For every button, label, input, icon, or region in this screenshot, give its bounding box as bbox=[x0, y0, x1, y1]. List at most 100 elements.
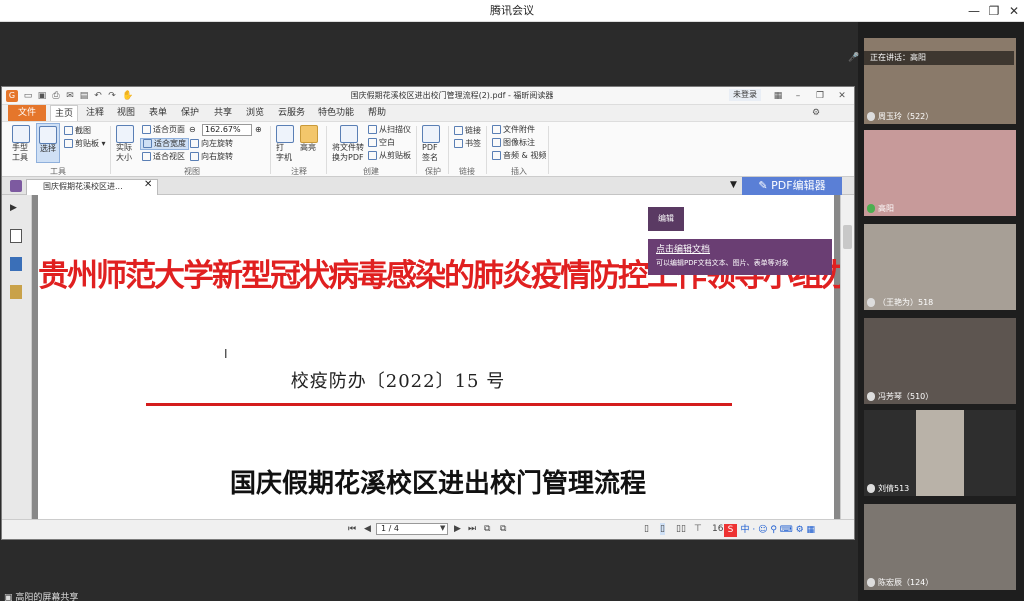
sogou-ime-icon[interactable]: S bbox=[724, 524, 737, 537]
fit-page-button[interactable]: 适合页面 bbox=[142, 125, 185, 135]
email-icon[interactable]: ✉ bbox=[64, 90, 76, 102]
participant-tile[interactable]: 高阳 bbox=[864, 130, 1016, 216]
fit-visible-button[interactable]: 适合视区 bbox=[142, 152, 185, 162]
link-button[interactable]: 链接 bbox=[454, 126, 481, 136]
clipboard-button[interactable]: 剪贴板 ▾ bbox=[64, 139, 106, 149]
facing-page-icon[interactable]: ▯▯ bbox=[676, 523, 686, 535]
reader-minimize-icon[interactable]: – bbox=[792, 90, 804, 102]
restore-icon[interactable]: ❐ bbox=[986, 3, 1002, 19]
page-dropdown-icon[interactable]: ▼ bbox=[440, 522, 445, 534]
layout-icon[interactable]: ▦ bbox=[772, 90, 784, 102]
single-page-icon[interactable]: ▯ bbox=[644, 523, 649, 535]
save-icon[interactable]: ▣ bbox=[36, 90, 48, 102]
file-attachment-button[interactable]: 文件附件 bbox=[492, 125, 535, 135]
menu-share[interactable]: 共享 bbox=[210, 105, 236, 121]
from-scanner-button[interactable]: 从扫描仪 bbox=[368, 125, 411, 135]
participant-name: 陈宏辰（124） bbox=[867, 577, 933, 588]
continuous-page-icon[interactable]: ▯ bbox=[660, 523, 665, 535]
last-page-icon[interactable]: ⏭ bbox=[468, 523, 476, 535]
menu-help[interactable]: 帮助 bbox=[364, 105, 390, 121]
document-tab-bar: 国庆假期花溪校区进... ✕ ▼ ✎ PDF编辑器 bbox=[2, 177, 854, 195]
mic-icon bbox=[867, 484, 875, 493]
actual-size-button[interactable]: 实际 大小 bbox=[116, 125, 134, 163]
open-icon[interactable]: ▭ bbox=[22, 90, 34, 102]
participant-tile[interactable]: 刘倩513 bbox=[864, 410, 1016, 496]
edit-document-popup[interactable]: 点击编辑文档 可以编辑PDF文档文本、图片、表单等对象 bbox=[648, 239, 832, 275]
scrollbar-thumb[interactable] bbox=[843, 225, 852, 249]
menu-home[interactable]: 主页 bbox=[50, 105, 79, 121]
menu-form[interactable]: 表单 bbox=[145, 105, 171, 121]
group-label-create: 创建 bbox=[363, 167, 379, 176]
hand-tool-button[interactable]: 手型 工具 bbox=[12, 125, 30, 163]
next-page-icon[interactable]: ▶ bbox=[454, 523, 461, 535]
menu-view[interactable]: 视图 bbox=[113, 105, 139, 121]
rotate-right-button[interactable]: 向右旋转 bbox=[190, 152, 233, 162]
image-annotation-button[interactable]: 图像标注 bbox=[492, 138, 535, 148]
select-button[interactable]: 选择 bbox=[36, 123, 60, 163]
link-icon bbox=[454, 126, 463, 135]
typewriter-button[interactable]: 打 字机 bbox=[276, 125, 294, 163]
first-page-icon[interactable]: ⏮ bbox=[348, 523, 356, 535]
participant-tile[interactable]: （王艳为）518 bbox=[864, 224, 1016, 310]
page-number-input[interactable]: 1 / 4 bbox=[376, 523, 448, 535]
ribbon-separator bbox=[448, 126, 449, 174]
participant-tile[interactable]: 陈宏辰（124） bbox=[864, 504, 1016, 590]
bookmark-button[interactable]: 书签 bbox=[454, 139, 481, 149]
page-thumbnail-icon[interactable] bbox=[10, 229, 22, 243]
ime-toolbar[interactable]: S 中 · ☺ ⚲ ⌨ ⚙ ▦ bbox=[712, 522, 850, 537]
convert-pdf-button[interactable]: 将文件转 换为PDF bbox=[332, 125, 364, 163]
edit-tag[interactable]: 编辑 bbox=[648, 207, 684, 231]
minimize-icon[interactable]: — bbox=[966, 3, 982, 19]
prev-page-icon[interactable]: ◀ bbox=[364, 523, 371, 535]
from-clipboard-button[interactable]: 从剪贴板 bbox=[368, 151, 411, 161]
zoom-in-icon[interactable]: ⊕ bbox=[255, 125, 262, 135]
mic-icon bbox=[867, 578, 875, 587]
login-button[interactable]: 未登录 bbox=[729, 89, 761, 101]
print-icon[interactable]: ⎙ bbox=[50, 90, 62, 102]
menu-protect[interactable]: 保护 bbox=[177, 105, 203, 121]
pdf-editor-button[interactable]: ✎ PDF编辑器 bbox=[742, 177, 842, 195]
audio-video-button[interactable]: 音频 & 视频 bbox=[492, 151, 546, 161]
pdf-sign-button[interactable]: PDF 签名 bbox=[422, 125, 440, 163]
previous-view-icon[interactable]: ⧉ bbox=[484, 523, 490, 535]
fit-width-button[interactable]: 适合宽度 bbox=[140, 138, 189, 150]
next-view-icon[interactable]: ⧉ bbox=[500, 523, 506, 535]
ribbon-separator bbox=[416, 126, 417, 174]
popup-title[interactable]: 点击编辑文档 bbox=[656, 242, 710, 255]
split-view-icon[interactable]: ⊤ bbox=[694, 523, 702, 535]
red-divider bbox=[146, 403, 732, 406]
participant-tile[interactable]: 冯芳琴（510） bbox=[864, 318, 1016, 404]
undo-icon[interactable]: ↶ bbox=[92, 90, 104, 102]
reader-close-icon[interactable]: ✕ bbox=[836, 90, 848, 102]
settings-icon[interactable]: ⚙ bbox=[810, 107, 822, 119]
blank-button[interactable]: 空白 bbox=[368, 138, 395, 148]
group-label-protect: 保护 bbox=[425, 167, 441, 176]
menu-cloud[interactable]: 云服务 bbox=[274, 105, 309, 121]
vertical-scrollbar[interactable] bbox=[840, 195, 854, 519]
zoom-input[interactable]: 162.67% bbox=[202, 124, 252, 136]
snapshot-button[interactable]: 截图 bbox=[64, 126, 91, 136]
ime-mode-icon[interactable]: 中 · ☺ ⚲ ⌨ ⚙ ▦ bbox=[741, 525, 816, 535]
menu-comment[interactable]: 注释 bbox=[82, 105, 108, 121]
attachments-icon[interactable] bbox=[10, 285, 22, 299]
menu-features[interactable]: 特色功能 bbox=[314, 105, 358, 121]
zoom-out-icon[interactable]: ⊖ bbox=[189, 125, 196, 135]
tab-dropdown-icon[interactable]: ▼ bbox=[730, 180, 737, 190]
rotate-left-button[interactable]: 向左旋转 bbox=[190, 139, 233, 149]
redo-icon[interactable]: ↷ bbox=[106, 90, 118, 102]
scan-icon[interactable]: ▤ bbox=[78, 90, 90, 102]
expand-panel-icon[interactable]: ▶ bbox=[10, 203, 22, 217]
pen-icon bbox=[422, 125, 440, 143]
menu-browse[interactable]: 浏览 bbox=[242, 105, 268, 121]
meeting-titlebar: 腾讯会议 — ❐ ✕ bbox=[0, 0, 1024, 22]
reader-restore-icon[interactable]: ❐ bbox=[814, 90, 826, 102]
layers-icon[interactable] bbox=[10, 257, 22, 271]
close-icon[interactable]: ✕ bbox=[1006, 3, 1022, 19]
highlight-button[interactable]: 高亮 bbox=[300, 125, 318, 153]
speaking-indicator: 正在讲话：高阳 bbox=[864, 51, 1014, 65]
menu-file[interactable]: 文件 bbox=[8, 105, 46, 121]
tab-close-icon[interactable]: ✕ bbox=[144, 179, 152, 190]
thumbnail-toggle-icon[interactable] bbox=[10, 180, 22, 192]
document-tab[interactable]: 国庆假期花溪校区进... bbox=[26, 179, 158, 195]
hand-tool-icon[interactable]: ✋ bbox=[122, 90, 134, 102]
